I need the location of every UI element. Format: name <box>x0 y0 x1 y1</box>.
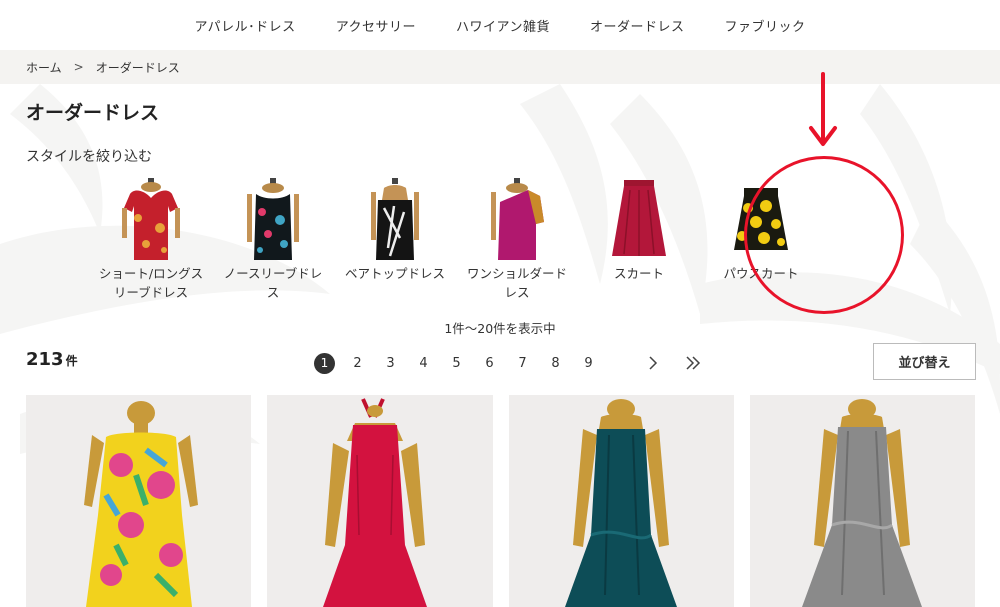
product-card-red-halter-dress[interactable] <box>267 395 493 607</box>
nav-accessory[interactable]: アクセサリー <box>316 16 436 35</box>
product-card-silver-bare-top-dress[interactable] <box>750 395 975 607</box>
page-link-6[interactable]: 6 <box>473 352 506 374</box>
sort-button[interactable]: 並び替え <box>873 343 976 380</box>
annotation-circle <box>744 156 904 314</box>
style-item-short-long-sleeve[interactable]: ショート/ロングスリーブドレス <box>90 178 212 302</box>
sleeveless-dress-icon <box>233 178 313 260</box>
result-range-text: 1件〜20件を表示中 <box>444 321 556 336</box>
nav-fabric[interactable]: ファブリック <box>705 16 826 35</box>
product-card-yellow-floral-dress[interactable] <box>26 395 251 607</box>
page-link-3[interactable]: 3 <box>374 352 407 374</box>
skirt-icon <box>599 178 679 260</box>
page-link-7[interactable]: 7 <box>506 352 539 374</box>
style-item-label: ノースリーブドレス <box>223 266 323 300</box>
result-count: 213 件 <box>26 349 78 370</box>
double-chevron-right-icon[interactable] <box>675 352 711 374</box>
style-filter-list: ショート/ロングスリーブドレス ノースリーブドレス ベアトップドレス ワンショル… <box>90 178 822 302</box>
nav-apparel-dress[interactable]: アパレル･ドレス <box>174 16 315 35</box>
pagination: 1 2 3 4 5 6 7 8 9 <box>308 352 711 374</box>
page-link-9[interactable]: 9 <box>572 352 605 374</box>
breadcrumb-current: オーダードレス <box>95 60 180 75</box>
product-image <box>509 395 734 607</box>
page-link-5[interactable]: 5 <box>440 352 473 374</box>
breadcrumb: ホーム > オーダードレス <box>0 50 1000 84</box>
nav-order-dress[interactable]: オーダードレス <box>570 16 705 35</box>
product-image <box>750 395 975 607</box>
breadcrumb-separator: > <box>73 60 84 74</box>
one-shoulder-dress-icon <box>477 178 557 260</box>
product-image <box>267 395 493 607</box>
page-title: オーダードレス <box>26 102 160 124</box>
style-item-skirt[interactable]: スカート <box>578 178 700 302</box>
page-link-1[interactable]: 1 <box>308 352 341 374</box>
product-grid <box>26 395 975 607</box>
style-item-label: ショート/ロングスリーブドレス <box>98 266 204 300</box>
style-item-one-shoulder[interactable]: ワンショルダードレス <box>456 178 578 302</box>
style-item-label: ベアトップドレス <box>344 266 445 281</box>
page-link-8[interactable]: 8 <box>539 352 572 374</box>
breadcrumb-home[interactable]: ホーム <box>26 59 62 76</box>
short-long-sleeve-dress-icon <box>111 178 191 260</box>
result-count-unit: 件 <box>65 354 78 368</box>
nav-hawaiian-goods[interactable]: ハワイアン雑貨 <box>436 16 570 35</box>
style-item-label: スカート <box>613 266 664 281</box>
annotation-arrow-icon <box>809 72 837 146</box>
top-navigation: アパレル･ドレス アクセサリー ハワイアン雑貨 オーダードレス ファブリック <box>0 0 1000 50</box>
bare-top-dress-icon <box>355 178 435 260</box>
product-image <box>26 395 251 607</box>
filter-label: スタイルを絞り込む <box>26 149 152 165</box>
result-count-number: 213 <box>26 349 64 370</box>
page-link-2[interactable]: 2 <box>341 352 374 374</box>
style-item-sleeveless[interactable]: ノースリーブドレス <box>212 178 334 302</box>
chevron-right-icon[interactable] <box>635 352 671 374</box>
product-card-teal-bare-top-dress[interactable] <box>509 395 734 607</box>
style-item-bare-top[interactable]: ベアトップドレス <box>334 178 456 302</box>
style-item-label: ワンショルダードレス <box>466 266 567 300</box>
page-link-4[interactable]: 4 <box>407 352 440 374</box>
